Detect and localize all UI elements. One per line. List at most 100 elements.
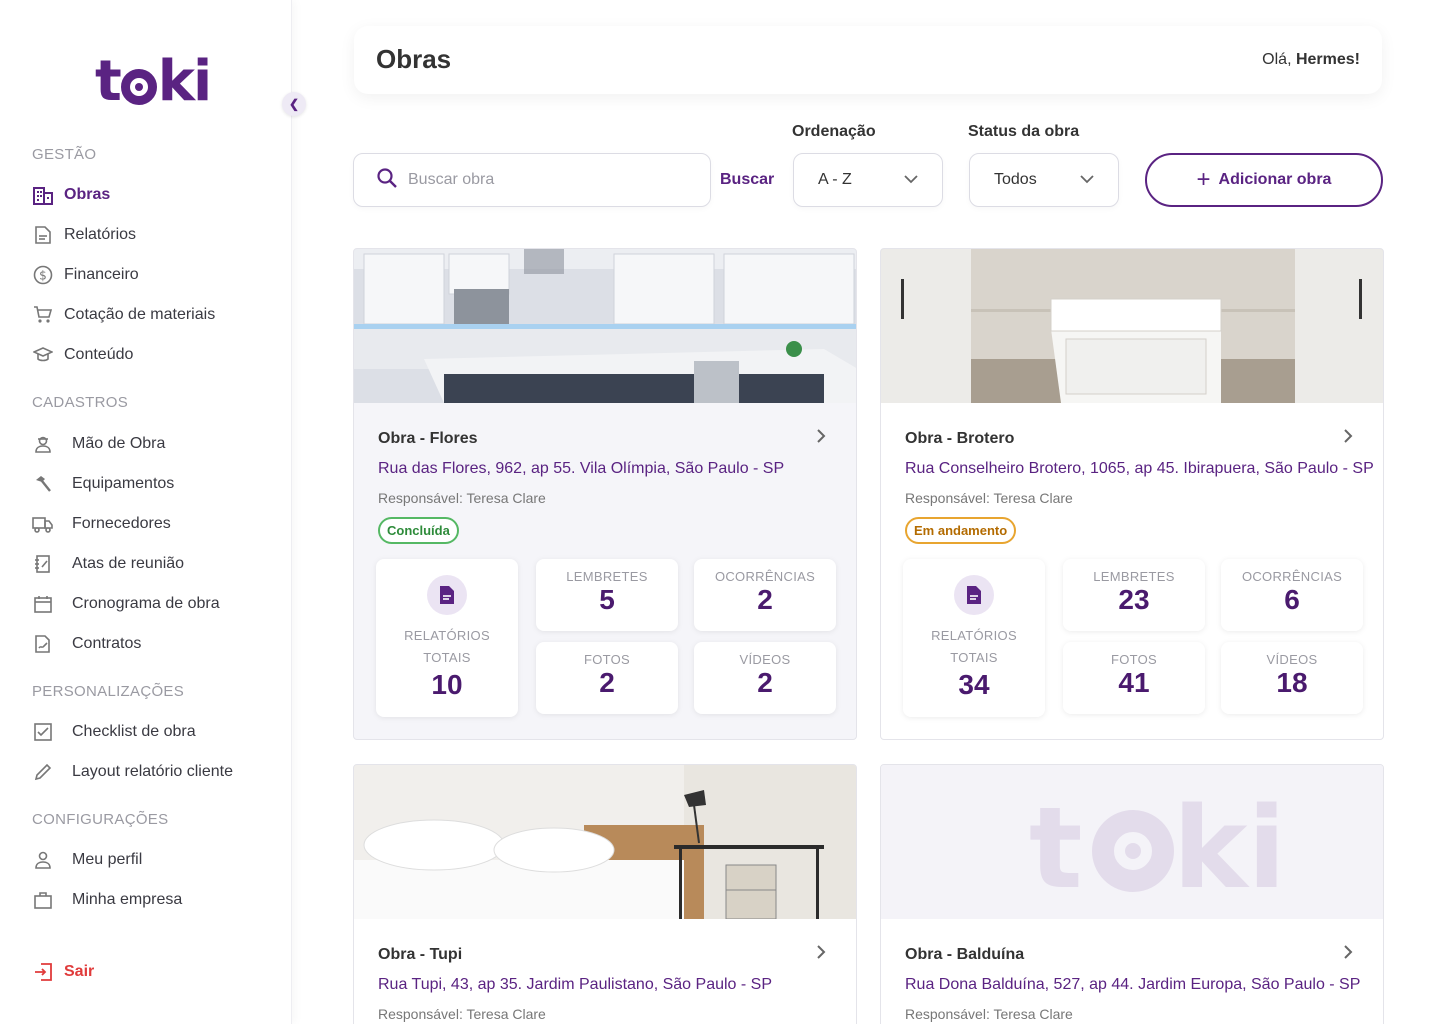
card-address[interactable]: Rua das Flores, 962, ap 55. Vila Olímpia… [378, 460, 784, 478]
stat-value: 23 [1118, 584, 1150, 615]
greeting-prefix: Olá, [1262, 51, 1296, 68]
document-icon [32, 224, 54, 246]
status-select[interactable]: Todos [969, 153, 1119, 207]
logo-o-mark [120, 69, 157, 105]
sidebar-item-equipamentos[interactable]: Equipamentos [32, 472, 174, 496]
sidebar-item-label: Cronograma de obra [72, 595, 220, 612]
sidebar-item-label: Mão de Obra [72, 435, 166, 452]
contract-icon [32, 633, 54, 655]
greeting-user-name: Hermes! [1295, 51, 1360, 68]
sidebar-item-financeiro[interactable]: $ Financeiro [32, 263, 139, 287]
sidebar-item-minha-empresa[interactable]: Minha empresa [32, 888, 182, 912]
card-title: Obra - Brotero [905, 430, 1015, 447]
document-icon [954, 575, 994, 615]
stat-value: 34 [958, 669, 990, 700]
sidebar-item-label: Fornecedores [72, 515, 171, 532]
search-button[interactable]: Buscar [720, 171, 774, 189]
obra-card[interactable]: t ki Obra - Balduína Rua Dona Balduína, … [880, 764, 1384, 1024]
chevron-down-icon [904, 171, 918, 189]
obra-card[interactable]: Obra - Flores Rua das Flores, 962, ap 55… [353, 248, 857, 740]
search-input[interactable] [408, 171, 688, 189]
logout-button[interactable]: Sair [32, 960, 94, 984]
sidebar-item-label: Obras [64, 186, 111, 203]
briefcase-icon [32, 889, 54, 911]
card-address[interactable]: Rua Tupi, 43, ap 35. Jardim Paulistano, … [378, 976, 772, 994]
stat-value: 6 [1284, 584, 1300, 615]
chevron-left-icon[interactable]: ❮ [282, 92, 306, 116]
obra-card[interactable]: Obra - Tupi Rua Tupi, 43, ap 35. Jardim … [353, 764, 857, 1024]
logout-label: Sair [64, 963, 95, 980]
search-box[interactable] [353, 153, 711, 207]
add-obra-button[interactable]: + Adicionar obra [1145, 153, 1383, 207]
sidebar-item-conteudo[interactable]: Conteúdo [32, 343, 133, 367]
stat-reminders: LEMBRETES 5 [536, 559, 678, 631]
sidebar-item-obras[interactable]: Obras [32, 183, 110, 207]
calendar-icon [32, 593, 54, 615]
section-cadastros: CADASTROS [32, 394, 129, 411]
sidebar-item-label: Financeiro [64, 266, 139, 283]
sidebar-item-label: Layout relatório cliente [72, 763, 233, 780]
graduation-cap-icon [32, 344, 54, 366]
stat-occurrences: OCORRÊNCIAS 6 [1221, 559, 1363, 631]
stat-videos: VÍDEOS 18 [1221, 642, 1363, 714]
sidebar-item-label: Conteúdo [64, 346, 134, 363]
worker-icon [32, 433, 54, 455]
status-value: Todos [994, 171, 1037, 188]
logo-text-ki: ki [157, 49, 212, 114]
card-address[interactable]: Rua Conselheiro Brotero, 1065, ap 45. Ib… [905, 460, 1374, 478]
sort-value: A - Z [818, 171, 852, 188]
document-icon [427, 575, 467, 615]
sidebar-item-contratos[interactable]: Contratos [32, 632, 141, 656]
sidebar-item-cronograma[interactable]: Cronograma de obra [32, 592, 220, 616]
stat-reports: RELATÓRIOS TOTAIS 34 [903, 559, 1045, 717]
notebook-icon [32, 553, 54, 575]
sidebar-item-label: Atas de reunião [72, 555, 185, 572]
chevron-right-icon[interactable] [816, 943, 826, 966]
logo-text-t: t [95, 49, 122, 114]
stat-label: OCORRÊNCIAS [714, 569, 816, 584]
sidebar-item-fornecedores[interactable]: Fornecedores [32, 512, 171, 536]
sidebar-item-label: Cotação de materiais [64, 306, 216, 323]
sidebar-item-meu-perfil[interactable]: Meu perfil [32, 848, 142, 872]
stat-value: 2 [599, 667, 615, 698]
checkbox-icon [32, 721, 54, 743]
chevron-right-icon[interactable] [1343, 427, 1353, 450]
add-obra-label: Adicionar obra [1218, 171, 1332, 188]
stat-value: 18 [1276, 667, 1308, 698]
stat-label: RELATÓRIOS [404, 628, 490, 643]
toki-placeholder-logo: t ki [881, 765, 1383, 919]
sidebar-item-label: Minha empresa [72, 891, 183, 908]
sidebar-item-layout[interactable]: Layout relatório cliente [32, 760, 233, 784]
toki-logo[interactable]: t ki [95, 49, 212, 114]
sidebar-item-mao-de-obra[interactable]: Mão de Obra [32, 432, 165, 456]
chevron-down-icon [1080, 171, 1094, 189]
stat-videos: VÍDEOS 2 [694, 642, 836, 714]
stat-photos: FOTOS 2 [536, 642, 678, 714]
stat-label: TOTAIS [423, 650, 471, 665]
stat-value: 2 [757, 584, 773, 615]
closet-photo [881, 249, 1383, 403]
section-configuracoes: CONFIGURAÇÕES [32, 811, 169, 828]
sort-select[interactable]: A - Z [793, 153, 943, 207]
card-address[interactable]: Rua Dona Balduína, 527, ap 44. Jardim Eu… [905, 976, 1360, 994]
sidebar-item-relatorios[interactable]: Relatórios [32, 223, 136, 247]
truck-icon [32, 513, 54, 535]
stat-reminders: LEMBRETES 23 [1063, 559, 1205, 631]
sidebar-item-atas[interactable]: Atas de reunião [32, 552, 184, 576]
stat-label: LEMBRETES [1093, 569, 1175, 584]
section-personalizacoes: PERSONALIZAÇÕES [32, 683, 185, 700]
status-badge: Concluída [378, 517, 459, 544]
hammer-icon [32, 473, 54, 495]
stat-value: 5 [599, 584, 615, 615]
obra-card[interactable]: Obra - Brotero Rua Conselheiro Brotero, … [880, 248, 1384, 740]
page-title: Obras [376, 44, 452, 74]
sidebar-item-cotacao[interactable]: Cotação de materiais [32, 303, 215, 327]
chevron-right-icon[interactable] [816, 427, 826, 450]
status-badge: Em andamento [905, 517, 1017, 544]
sort-label: Ordenação [792, 123, 876, 140]
svg-text:ki: ki [1173, 784, 1286, 914]
sidebar-item-checklist[interactable]: Checklist de obra [32, 720, 196, 744]
chevron-right-icon[interactable] [1343, 943, 1353, 966]
stat-label: OCORRÊNCIAS [1241, 569, 1343, 584]
card-title: Obra - Flores [378, 430, 478, 447]
